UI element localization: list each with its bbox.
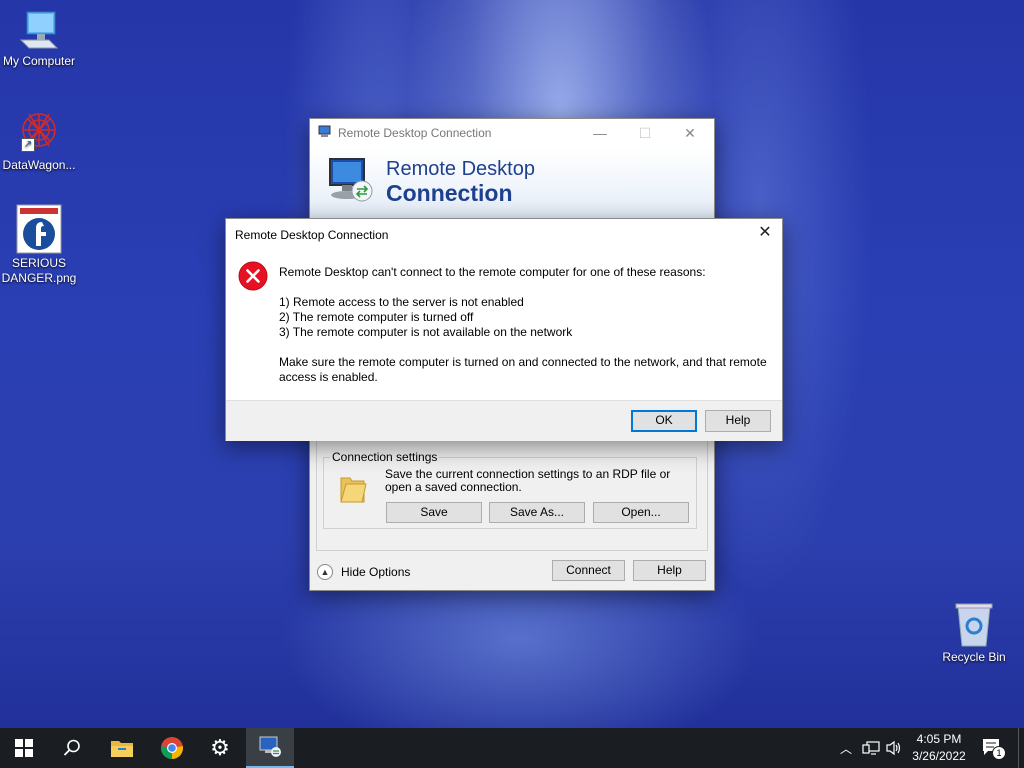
maximize-button[interactable]: ☐ <box>623 119 667 147</box>
error-message: Remote Desktop can't connect to the remo… <box>279 265 706 279</box>
connect-button[interactable]: Connect <box>552 560 625 581</box>
rdp-window-title: Remote Desktop Connection <box>338 126 492 140</box>
notification-badge: 1 <box>992 746 1006 760</box>
error-reason-1: 1) Remote access to the server is not en… <box>279 295 524 309</box>
maximize-icon: ☐ <box>638 125 652 141</box>
desktop-icon-recycle-bin[interactable]: Recycle Bin <box>932 602 1016 665</box>
error-icon <box>238 261 268 291</box>
dialog-button-bar: OK Help <box>226 400 782 441</box>
settings-taskbar-button[interactable]: ⚙ <box>196 728 244 768</box>
recycle-bin-icon <box>954 602 994 648</box>
error-dialog: Remote Desktop Connection ✕ Remote Deskt… <box>225 218 783 441</box>
save-as-button[interactable]: Save As... <box>489 502 585 523</box>
chevron-up-icon: ▲ <box>317 564 333 580</box>
shortcut-arrow-icon: ↗ <box>21 138 35 152</box>
dialog-close-button[interactable]: ✕ <box>748 219 782 247</box>
desktop-icon-label: SERIOUS <box>11 256 66 270</box>
hide-options-toggle[interactable]: ▲ Hide Options <box>317 562 410 582</box>
show-hidden-icons-button[interactable]: ︿ <box>838 740 854 756</box>
hide-options-label: Hide Options <box>341 565 411 579</box>
taskbar-clock[interactable]: 4:05 PM 3/26/2022 <box>908 732 970 763</box>
gear-icon: ⚙ <box>210 735 230 760</box>
group-description: Save the current connection settings to … <box>385 467 671 494</box>
error-reason-3: 3) The remote computer is not available … <box>279 325 573 339</box>
desktop-icon-serious-danger[interactable]: SERIOUS DANGER.png <box>0 204 81 286</box>
datawagon-shortcut-icon: ↗ <box>15 108 63 156</box>
desktop-icon-label: Recycle Bin <box>942 650 1006 664</box>
rdp-banner-title-line2: Connection <box>386 180 513 206</box>
close-icon: ✕ <box>684 125 696 141</box>
chrome-taskbar-button[interactable] <box>148 728 196 768</box>
folder-icon <box>338 472 368 504</box>
error-dialog-title: Remote Desktop Connection <box>235 228 389 242</box>
chevron-up-icon: ︿ <box>839 742 852 756</box>
error-reason-2: 2) The remote computer is turned off <box>279 310 474 324</box>
taskbar: ⚙ ︿ 4:05 PM 3/26/2022 1 <box>0 728 1024 768</box>
rdp-app-icon <box>318 125 332 139</box>
close-button[interactable]: ✕ <box>668 119 712 147</box>
minimize-button[interactable]: — <box>578 119 622 147</box>
clock-date: 3/26/2022 <box>912 749 966 763</box>
search-icon <box>63 739 80 756</box>
rdp-banner: Remote Desktop Connection <box>310 147 714 219</box>
start-button[interactable] <box>0 728 48 768</box>
desktop-icon-label: DANGER.png <box>1 271 77 285</box>
save-button[interactable]: Save <box>386 502 482 523</box>
minimize-icon: — <box>593 125 607 141</box>
file-explorer-taskbar-button[interactable] <box>98 728 146 768</box>
rdp-banner-title-line1: Remote Desktop <box>386 158 535 180</box>
rdp-help-button[interactable]: Help <box>633 560 706 581</box>
file-explorer-icon <box>111 741 133 757</box>
open-button[interactable]: Open... <box>593 502 689 523</box>
search-button[interactable] <box>48 728 96 768</box>
ok-button[interactable]: OK <box>631 410 697 432</box>
rdp-banner-icon <box>324 155 376 207</box>
remote-desktop-taskbar-button[interactable] <box>246 728 294 768</box>
windows-logo-icon <box>15 739 33 757</box>
image-file-icon <box>16 204 62 254</box>
network-button[interactable] <box>862 740 880 756</box>
notification-center-button[interactable]: 1 <box>982 738 1006 760</box>
network-icon <box>862 741 880 755</box>
error-advice: Make sure the remote computer is turned … <box>279 355 767 384</box>
rdp-title-bar[interactable]: Remote Desktop Connection — ☐ ✕ <box>310 119 714 147</box>
speaker-icon <box>886 740 901 756</box>
desktop-icon-label: My Computer <box>2 54 76 68</box>
show-desktop-button[interactable] <box>1018 728 1024 768</box>
volume-button[interactable] <box>885 740 903 756</box>
chrome-icon <box>161 737 183 759</box>
desktop-icon-label: DataWagon... <box>2 158 76 172</box>
connection-settings-group: Connection settings Save the current con… <box>323 450 697 529</box>
clock-time: 4:05 PM <box>916 732 962 746</box>
computer-icon <box>17 10 61 52</box>
close-icon: ✕ <box>758 224 772 241</box>
desktop-icon-my-computer[interactable]: My Computer <box>0 10 81 69</box>
desktop-icon-datawagon[interactable]: ↗ DataWagon... <box>0 108 81 173</box>
group-title: Connection settings <box>330 450 440 464</box>
remote-desktop-icon <box>259 736 281 757</box>
dialog-help-button[interactable]: Help <box>705 410 771 432</box>
